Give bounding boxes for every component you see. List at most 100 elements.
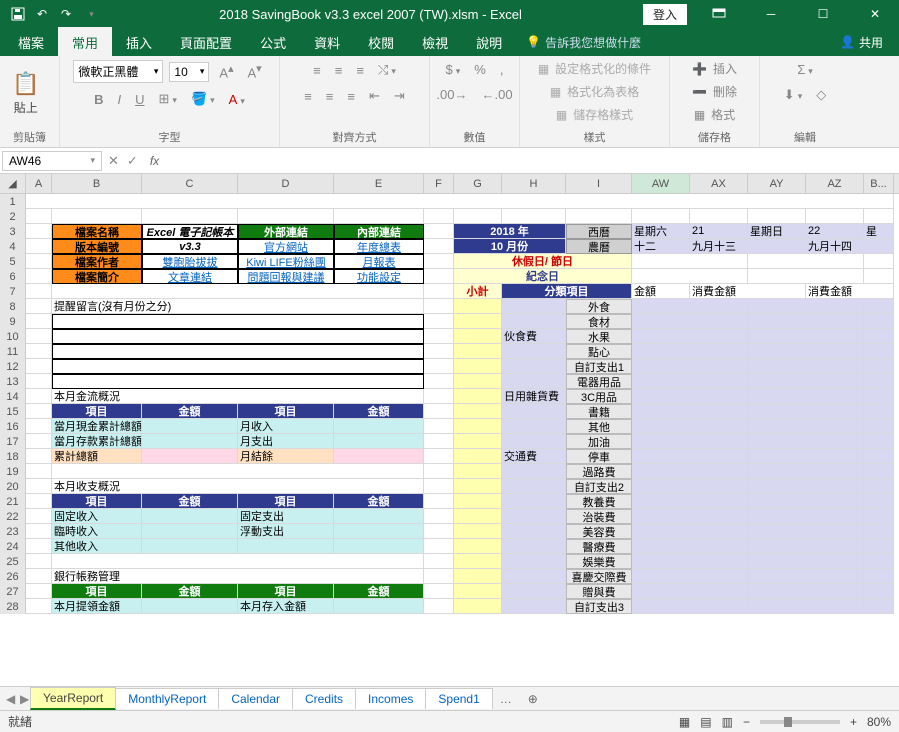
tab-view[interactable]: 檢視	[408, 27, 462, 58]
cell[interactable]	[632, 344, 748, 359]
cell[interactable]	[748, 269, 864, 284]
tab-nav-prev-icon[interactable]: ◀	[6, 692, 15, 706]
cell[interactable]	[502, 599, 566, 614]
cell[interactable]: 水果	[566, 329, 632, 344]
cell[interactable]	[502, 554, 566, 569]
lunar-3[interactable]: 九月十四	[806, 239, 894, 254]
cell[interactable]: 紀念日	[454, 269, 632, 284]
cell[interactable]	[864, 389, 894, 404]
row-header[interactable]: 13	[0, 374, 26, 389]
cell[interactable]	[454, 374, 502, 389]
cell[interactable]	[864, 314, 894, 329]
save-icon[interactable]	[10, 6, 26, 22]
cell[interactable]	[142, 509, 238, 524]
cell[interactable]	[334, 434, 424, 449]
cell[interactable]	[864, 299, 894, 314]
cell[interactable]	[864, 254, 894, 269]
new-sheet-icon[interactable]: ⊕	[520, 692, 546, 706]
border-button[interactable]: ⊞	[155, 89, 181, 109]
group-food[interactable]	[502, 344, 566, 359]
indent-inc-icon[interactable]: ⇥	[390, 86, 409, 106]
cell[interactable]	[26, 464, 52, 479]
row-header[interactable]: 10	[0, 329, 26, 344]
cell[interactable]	[26, 359, 52, 374]
cell[interactable]	[864, 464, 894, 479]
cell[interactable]: 固定收入	[52, 509, 142, 524]
fill-button[interactable]: ⬇	[780, 85, 806, 105]
cell[interactable]	[806, 209, 864, 224]
group-food[interactable]	[502, 314, 566, 329]
cell[interactable]	[26, 224, 52, 239]
row-header[interactable]: 2	[0, 209, 26, 224]
cell[interactable]	[632, 524, 748, 539]
category-header[interactable]: 分類項目	[502, 284, 632, 299]
link-author[interactable]: 雙胞胎拔拔	[142, 254, 238, 269]
row-header[interactable]: 26	[0, 569, 26, 584]
cell[interactable]	[424, 224, 454, 239]
cell[interactable]	[424, 494, 454, 509]
col-AY[interactable]: AY	[748, 174, 806, 193]
cell[interactable]	[690, 209, 748, 224]
cell[interactable]: 項目	[238, 404, 334, 419]
cell[interactable]	[566, 209, 632, 224]
cell[interactable]	[748, 299, 864, 314]
cell[interactable]: 贈與費	[566, 584, 632, 599]
cell[interactable]	[632, 569, 748, 584]
cell[interactable]	[748, 419, 864, 434]
bold-button[interactable]: B	[90, 90, 107, 109]
cell[interactable]	[864, 584, 894, 599]
col-AW[interactable]: AW	[632, 174, 690, 193]
align-left-icon[interactable]: ≡	[300, 87, 316, 106]
cell[interactable]	[52, 554, 424, 569]
cell[interactable]	[502, 479, 566, 494]
cell[interactable]: 項目	[238, 584, 334, 599]
row-header[interactable]: 3	[0, 224, 26, 239]
cell[interactable]	[454, 599, 502, 614]
cell[interactable]	[424, 284, 454, 299]
cell[interactable]: 消費金額	[690, 284, 806, 299]
cell[interactable]: 自訂支出1	[566, 359, 632, 374]
row-header[interactable]: 9	[0, 314, 26, 329]
cell[interactable]	[52, 284, 424, 299]
cell[interactable]	[454, 329, 502, 344]
cell[interactable]: 金額	[334, 494, 424, 509]
sheet-tab-yearreport[interactable]: YearReport	[30, 687, 116, 710]
cell[interactable]	[454, 479, 502, 494]
link-settings[interactable]: 功能設定	[334, 269, 424, 284]
cell[interactable]: 金額	[334, 584, 424, 599]
cell[interactable]	[864, 449, 894, 464]
cell[interactable]	[142, 209, 238, 224]
cell[interactable]	[632, 404, 748, 419]
cell[interactable]: 月支出	[238, 434, 334, 449]
date-22[interactable]: 22	[806, 224, 864, 239]
cell[interactable]	[454, 554, 502, 569]
cell[interactable]: 星	[864, 224, 894, 239]
cell[interactable]	[864, 539, 894, 554]
cell[interactable]: 2018 年	[454, 224, 566, 239]
cell[interactable]	[502, 539, 566, 554]
row-header[interactable]: 15	[0, 404, 26, 419]
cell[interactable]: 其他	[566, 419, 632, 434]
cell[interactable]	[26, 284, 52, 299]
ribbon-options-icon[interactable]	[699, 0, 739, 28]
cell[interactable]: 浮動支出	[238, 524, 334, 539]
cell[interactable]	[632, 434, 748, 449]
cell[interactable]	[26, 494, 52, 509]
cell[interactable]	[26, 299, 52, 314]
cell[interactable]	[26, 509, 52, 524]
cell[interactable]	[748, 254, 864, 269]
cell[interactable]: 10 月份	[454, 239, 566, 254]
row-header[interactable]: 27	[0, 584, 26, 599]
cell[interactable]	[26, 524, 52, 539]
row-header[interactable]: 1	[0, 194, 26, 209]
align-center-icon[interactable]: ≡	[322, 87, 338, 106]
cell[interactable]: 檔案簡介	[52, 269, 142, 284]
cell[interactable]: 檔案名稱	[52, 224, 142, 239]
col-I[interactable]: I	[566, 174, 632, 193]
row-header[interactable]: 19	[0, 464, 26, 479]
cell[interactable]: 加油	[566, 434, 632, 449]
cell[interactable]: 金額	[632, 284, 690, 299]
select-all-corner[interactable]: ◢	[0, 174, 26, 193]
reminder-box[interactable]	[52, 344, 424, 359]
cell[interactable]	[502, 524, 566, 539]
